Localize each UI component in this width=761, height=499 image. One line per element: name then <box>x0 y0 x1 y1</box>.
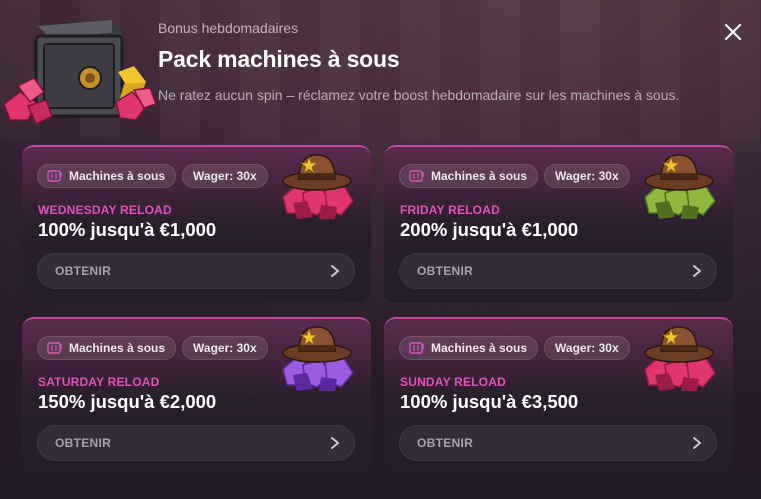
close-button[interactable] <box>721 20 745 44</box>
header: Bonus hebdomadaires Pack machines à sous… <box>158 20 701 105</box>
category-tag: Machines à sous <box>37 336 177 360</box>
claim-button-label: OBTENIR <box>417 436 474 450</box>
claim-button-label: OBTENIR <box>417 264 474 278</box>
wager-tag-label: Wager: 30x <box>555 169 619 183</box>
slot-machine-icon <box>409 342 424 354</box>
close-icon <box>724 23 742 41</box>
wager-tag: Wager: 30x <box>182 336 268 360</box>
wager-tag-label: Wager: 30x <box>555 341 619 355</box>
claim-button[interactable]: OBTENIR <box>399 253 717 289</box>
bonus-card: Machines à sous Wager: 30x SUNDAY RELOAD… <box>384 317 733 475</box>
cowboy-hat-gems-icon <box>644 154 716 219</box>
bonus-card: Machines à sous Wager: 30x WEDNESDAY REL… <box>22 145 371 303</box>
card-tags: Machines à sous Wager: 30x <box>399 336 630 360</box>
card-bonus-amount: 150% jusqu'à €2,000 <box>38 391 217 412</box>
cowboy-hat-gems-icon <box>282 326 354 391</box>
claim-button-label: OBTENIR <box>55 436 112 450</box>
chevron-right-icon <box>693 437 701 449</box>
card-reload-label: WEDNESDAY RELOAD <box>38 203 172 217</box>
category-tag-label: Machines à sous <box>431 341 528 355</box>
card-reload-label: SUNDAY RELOAD <box>400 375 506 389</box>
card-bonus-amount: 100% jusqu'à €3,500 <box>400 391 579 412</box>
slot-machine-icon <box>47 170 62 182</box>
claim-button[interactable]: OBTENIR <box>399 425 717 461</box>
category-tag-label: Machines à sous <box>69 169 166 183</box>
wager-tag-label: Wager: 30x <box>193 341 257 355</box>
bonus-card: Machines à sous Wager: 30x FRIDAY RELOAD… <box>384 145 733 303</box>
card-reload-label: FRIDAY RELOAD <box>400 203 500 217</box>
category-tag: Machines à sous <box>399 336 539 360</box>
claim-button[interactable]: OBTENIR <box>37 253 355 289</box>
card-tags: Machines à sous Wager: 30x <box>399 164 630 188</box>
wager-tag: Wager: 30x <box>182 164 268 188</box>
wager-tag-label: Wager: 30x <box>193 169 257 183</box>
header-eyebrow: Bonus hebdomadaires <box>158 20 299 36</box>
cowboy-hat-gems-icon <box>282 154 354 219</box>
chevron-right-icon <box>693 265 701 277</box>
card-tags: Machines à sous Wager: 30x <box>37 336 268 360</box>
category-tag: Machines à sous <box>37 164 177 188</box>
bonus-card: Machines à sous Wager: 30x SATURDAY RELO… <box>22 317 371 475</box>
page-subtitle: Ne ratez aucun spin – réclamez votre boo… <box>158 87 680 103</box>
safe-with-gems-illustration <box>0 12 160 130</box>
chevron-right-icon <box>331 437 339 449</box>
wager-tag: Wager: 30x <box>544 336 630 360</box>
page-title: Pack machines à sous <box>158 46 400 72</box>
category-tag: Machines à sous <box>399 164 539 188</box>
card-bonus-amount: 200% jusqu'à €1,000 <box>400 219 579 240</box>
claim-button[interactable]: OBTENIR <box>37 425 355 461</box>
cowboy-hat-gems-icon <box>644 326 716 391</box>
claim-button-label: OBTENIR <box>55 264 112 278</box>
category-tag-label: Machines à sous <box>431 169 528 183</box>
card-bonus-amount: 100% jusqu'à €1,000 <box>38 219 217 240</box>
slot-machine-icon <box>409 170 424 182</box>
wager-tag: Wager: 30x <box>544 164 630 188</box>
card-reload-label: SATURDAY RELOAD <box>38 375 160 389</box>
slot-machine-icon <box>47 342 62 354</box>
chevron-right-icon <box>331 265 339 277</box>
card-tags: Machines à sous Wager: 30x <box>37 164 268 188</box>
category-tag-label: Machines à sous <box>69 341 166 355</box>
